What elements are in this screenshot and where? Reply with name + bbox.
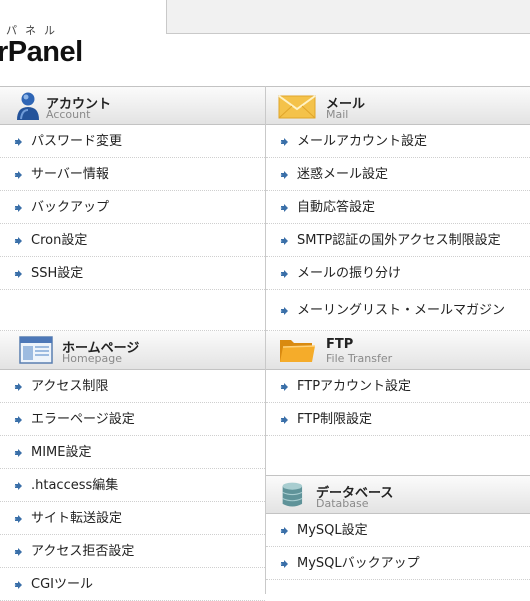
menu-item-label: アクセス制限: [31, 379, 109, 394]
menu-item-auto-reply[interactable]: 自動応答設定: [266, 191, 530, 224]
folder-icon: [280, 340, 316, 362]
empty-area: [266, 436, 530, 475]
menu-item-label: メーリングリスト・メールマガジン: [297, 303, 506, 318]
menu-item-label: パスワード変更: [31, 134, 123, 149]
account-section: アカウント Account パスワード変更 サーバー情報 バックアップ Cron…: [0, 86, 265, 331]
menu-item-access-deny[interactable]: アクセス拒否設定: [0, 535, 265, 568]
left-column: アカウント Account パスワード変更 サーバー情報 バックアップ Cron…: [0, 86, 265, 601]
menu-item-label: MySQLバックアップ: [297, 556, 420, 571]
arrow-bullet-icon: [14, 449, 22, 457]
menu-item-cgi-tools[interactable]: CGIツール: [0, 568, 265, 601]
database-menu: MySQL設定 MySQLバックアップ: [266, 514, 530, 580]
person-icon: [17, 92, 39, 120]
menu-item-mysql[interactable]: MySQL設定: [266, 514, 530, 547]
database-icon: [282, 482, 303, 507]
header: パネル rPanel: [0, 0, 530, 86]
ftp-subtitle: File Transfer: [326, 352, 393, 365]
right-column: メール Mail メールアカウント設定 迷惑メール設定 自動応答設定 SMTP認…: [266, 86, 530, 580]
menu-item-mail-filter[interactable]: メールの振り分け: [266, 257, 530, 290]
menu-item-label: バックアップ: [31, 200, 110, 215]
menu-item-label: Cron設定: [31, 233, 88, 248]
database-section-header: データベース Database: [266, 475, 530, 514]
ftp-title: FTP: [326, 337, 354, 352]
mail-subtitle: Mail: [326, 108, 349, 121]
menu-item-smtp-restriction[interactable]: SMTP認証の国外アクセス制限設定: [266, 224, 530, 257]
mail-section-header: メール Mail: [266, 86, 530, 125]
arrow-bullet-icon: [280, 171, 288, 179]
menu-item-mail-account[interactable]: メールアカウント設定: [266, 125, 530, 158]
arrow-bullet-icon: [14, 138, 22, 146]
arrow-bullet-icon: [14, 482, 22, 490]
account-menu: パスワード変更 サーバー情報 バックアップ Cron設定 SSH設定: [0, 125, 265, 290]
menu-item-label: メールアカウント設定: [297, 134, 428, 149]
menu-item-spam[interactable]: 迷惑メール設定: [266, 158, 530, 191]
menu-item-cron[interactable]: Cron設定: [0, 224, 265, 257]
menu-item-backup[interactable]: バックアップ: [0, 191, 265, 224]
arrow-bullet-icon: [14, 416, 22, 424]
menu-item-ftp-restriction[interactable]: FTP制限設定: [266, 403, 530, 436]
database-section: データベース Database MySQL設定 MySQLバックアップ: [266, 475, 530, 580]
account-section-header: アカウント Account: [0, 86, 265, 125]
arrow-bullet-icon: [14, 383, 22, 391]
menu-item-label: FTP制限設定: [297, 412, 373, 427]
homepage-section: ホームページ Homepage アクセス制限 エラーページ設定 MIME設定 .…: [0, 331, 265, 601]
menu-item-label: アクセス拒否設定: [31, 544, 135, 559]
arrow-bullet-icon: [14, 515, 22, 523]
arrow-bullet-icon: [280, 204, 288, 212]
menu-item-label: MySQL設定: [297, 523, 368, 538]
menu-item-mailing-list[interactable]: メーリングリスト・メールマガジン: [266, 290, 530, 331]
arrow-bullet-icon: [280, 270, 288, 278]
menu-item-ssh[interactable]: SSH設定: [0, 257, 265, 290]
menu-item-htaccess[interactable]: .htaccess編集: [0, 469, 265, 502]
account-subtitle: Account: [46, 108, 91, 121]
menu-item-error-page[interactable]: エラーページ設定: [0, 403, 265, 436]
arrow-bullet-icon: [280, 527, 288, 535]
arrow-bullet-icon: [280, 383, 288, 391]
arrow-bullet-icon: [14, 237, 22, 245]
arrow-bullet-icon: [14, 548, 22, 556]
menu-item-server-info[interactable]: サーバー情報: [0, 158, 265, 191]
arrow-bullet-icon: [280, 138, 288, 146]
menu-item-label: サイト転送設定: [31, 511, 123, 526]
menu-item-label: .htaccess編集: [31, 478, 119, 493]
arrow-bullet-icon: [14, 270, 22, 278]
envelope-icon: [278, 95, 316, 119]
ftp-menu: FTPアカウント設定 FTP制限設定: [266, 370, 530, 436]
menu-item-mysql-backup[interactable]: MySQLバックアップ: [266, 547, 530, 580]
header-tab-strip: [166, 0, 530, 34]
menu-item-label: MIME設定: [31, 445, 92, 460]
menu-item-label: エラーページ設定: [31, 412, 135, 427]
menu-item-password[interactable]: パスワード変更: [0, 125, 265, 158]
arrow-bullet-icon: [280, 416, 288, 424]
menu-item-label: 自動応答設定: [297, 200, 376, 215]
menu-item-site-redirect[interactable]: サイト転送設定: [0, 502, 265, 535]
arrow-bullet-icon: [280, 307, 288, 315]
page-title: rPanel: [0, 36, 83, 68]
menu-item-label: SMTP認証の国外アクセス制限設定: [297, 233, 501, 248]
arrow-bullet-icon: [280, 560, 288, 568]
menu-item-label: SSH設定: [31, 266, 84, 281]
ftp-section-header: FTP File Transfer: [266, 331, 530, 370]
arrow-bullet-icon: [14, 581, 22, 589]
menu-item-mime[interactable]: MIME設定: [0, 436, 265, 469]
homepage-menu: アクセス制限 エラーページ設定 MIME設定 .htaccess編集 サイト転送…: [0, 370, 265, 601]
menu-item-label: FTPアカウント設定: [297, 379, 412, 394]
mail-section: メール Mail メールアカウント設定 迷惑メール設定 自動応答設定 SMTP認…: [266, 86, 530, 331]
browser-window-icon: [19, 336, 53, 364]
menu-item-access-restriction[interactable]: アクセス制限: [0, 370, 265, 403]
homepage-section-header: ホームページ Homepage: [0, 331, 265, 370]
database-subtitle: Database: [316, 497, 369, 510]
arrow-bullet-icon: [14, 171, 22, 179]
menu-item-label: CGIツール: [31, 577, 93, 592]
menu-item-ftp-account[interactable]: FTPアカウント設定: [266, 370, 530, 403]
empty-row: [0, 290, 265, 331]
arrow-bullet-icon: [280, 237, 288, 245]
menu-item-label: メールの振り分け: [297, 266, 402, 281]
menu-item-label: サーバー情報: [31, 167, 109, 182]
homepage-subtitle: Homepage: [62, 352, 122, 365]
menu-item-label: 迷惑メール設定: [297, 167, 389, 182]
arrow-bullet-icon: [14, 204, 22, 212]
ftp-section: FTP File Transfer FTPアカウント設定 FTP制限設定: [266, 331, 530, 475]
mail-menu: メールアカウント設定 迷惑メール設定 自動応答設定 SMTP認証の国外アクセス制…: [266, 125, 530, 331]
